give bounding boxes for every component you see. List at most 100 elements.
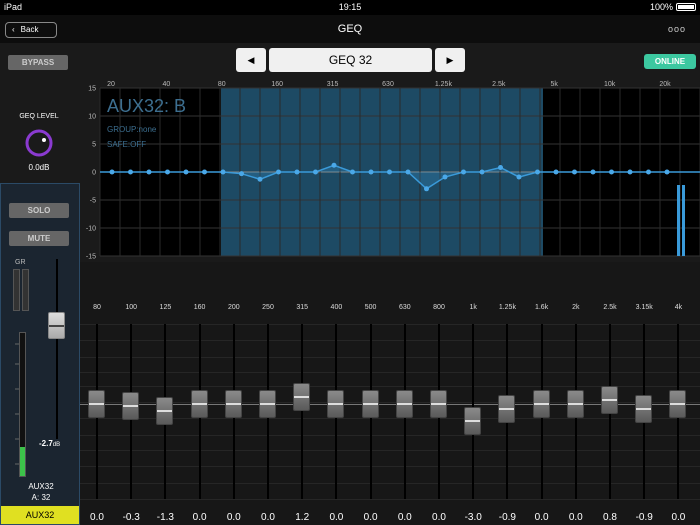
band-freq-label: 400 — [330, 304, 343, 311]
band-freq-label: 200 — [227, 304, 240, 311]
level-meter — [19, 332, 26, 477]
bypass-button[interactable]: BYPASS — [8, 55, 68, 70]
band-fader-handle[interactable] — [498, 394, 516, 423]
eq-point[interactable] — [442, 174, 448, 180]
band-value: 0.0 — [432, 512, 446, 523]
eq-point[interactable] — [535, 169, 540, 175]
band-fader-handle[interactable] — [156, 397, 174, 426]
eq-point[interactable] — [202, 169, 207, 175]
eq-point[interactable] — [498, 165, 503, 171]
band-fader-handle[interactable] — [327, 390, 345, 418]
eq-band: 800 0.0 — [422, 262, 456, 525]
eq-point[interactable] — [664, 169, 670, 175]
band-fader-handle[interactable] — [88, 390, 105, 418]
next-geq-button[interactable]: ▶ — [435, 48, 465, 72]
solo-button[interactable]: SOLO — [9, 203, 69, 218]
band-fader-handle[interactable] — [395, 390, 413, 418]
band-freq-label: 630 — [398, 304, 411, 311]
eq-band: 1.6k 0.0 — [525, 262, 559, 525]
gr-meter-right — [22, 269, 29, 311]
eq-point[interactable] — [146, 169, 152, 175]
eq-point[interactable] — [609, 169, 614, 175]
eq-point[interactable] — [220, 169, 226, 175]
db-tick-label: -10 — [86, 226, 96, 233]
band-faders-panel: 80 0.0 100 -0.3 125 -1.3 160 0.0 200 0.0 250 0.0 315… — [80, 262, 700, 525]
eq-point[interactable] — [239, 171, 244, 177]
band-freq-label: 125 — [159, 304, 172, 311]
db-tick-label: 0 — [92, 170, 96, 177]
db-tick-label: 5 — [92, 142, 96, 149]
online-button[interactable]: ONLINE — [644, 54, 696, 69]
band-value: 0.0 — [329, 512, 344, 523]
eq-point[interactable] — [405, 169, 411, 175]
eq-point[interactable] — [350, 169, 355, 175]
eq-band: 160 0.0 — [183, 262, 217, 525]
eq-point[interactable] — [387, 169, 392, 175]
band-fader-handle[interactable] — [601, 385, 618, 414]
band-value: 0.0 — [363, 512, 378, 523]
channel-label-box[interactable]: AUX32 — [1, 506, 79, 524]
graph-freq-labels: 20 40 80 160 315 630 1.25k 2.5k 5k 10k 20k — [107, 81, 671, 88]
eq-band: 1k -3.0 — [456, 262, 490, 525]
fader-value-number: -2.7 — [39, 439, 53, 448]
band-fader-handle[interactable] — [430, 390, 447, 418]
eq-band: 3.15k -0.9 — [627, 262, 661, 525]
geq-level-knob[interactable] — [24, 128, 54, 158]
band-freq-label: 100 — [125, 304, 138, 311]
band-fader-handle[interactable] — [635, 394, 653, 423]
band-fader-handle[interactable] — [224, 390, 242, 418]
eq-point[interactable] — [553, 169, 559, 175]
band-fader-handle[interactable] — [669, 390, 687, 418]
eq-band: 200 0.0 — [217, 262, 251, 525]
prev-geq-button[interactable]: ◀ — [236, 48, 266, 72]
eq-point[interactable] — [257, 176, 263, 182]
eq-point[interactable] — [294, 169, 300, 175]
eq-point[interactable] — [368, 169, 374, 175]
band-fader-track — [301, 324, 304, 499]
band-fader-handle[interactable] — [566, 390, 584, 418]
geq-selector[interactable]: GEQ 32 — [269, 48, 432, 72]
fader-value-unit: dB — [52, 442, 61, 448]
channel-fader-handle[interactable] — [48, 312, 65, 339]
eq-point[interactable] — [516, 174, 522, 180]
band-fader-handle[interactable] — [361, 390, 379, 418]
eq-band: 80 0.0 — [80, 262, 114, 525]
band-value: -3.0 — [464, 512, 482, 523]
freq-tick-label: 10k — [604, 81, 616, 88]
eq-point[interactable] — [424, 186, 429, 192]
eq-point[interactable] — [276, 169, 281, 175]
band-value: 0.0 — [192, 512, 207, 523]
band-freq-label: 4k — [674, 304, 683, 311]
band-fader-handle[interactable] — [190, 390, 208, 418]
channel-patch: A: 32 — [31, 493, 51, 502]
band-value: -0.3 — [122, 512, 140, 523]
more-icon[interactable]: ooo — [668, 24, 686, 34]
band-fader-handle[interactable] — [293, 383, 311, 412]
page-title: GEQ — [337, 23, 363, 35]
band-freq-label: 1k — [469, 304, 477, 311]
band-fader-handle[interactable] — [532, 390, 550, 418]
eq-point[interactable] — [590, 169, 596, 175]
eq-point[interactable] — [165, 169, 170, 175]
channel-fader-track — [56, 259, 58, 439]
band-fader-handle[interactable] — [122, 391, 140, 420]
mute-button[interactable]: MUTE — [9, 231, 69, 246]
db-tick-label: 15 — [88, 86, 96, 93]
eq-point[interactable] — [572, 169, 577, 175]
eq-point[interactable] — [313, 169, 318, 175]
eq-point[interactable] — [183, 169, 189, 175]
band-value: 0.0 — [534, 512, 549, 523]
band-fader-handle[interactable] — [464, 406, 482, 435]
eq-point[interactable] — [331, 162, 337, 168]
band-value: -1.3 — [156, 512, 174, 523]
eq-point[interactable] — [109, 169, 115, 175]
eq-point[interactable] — [128, 169, 133, 175]
band-fader-handle[interactable] — [259, 390, 276, 418]
battery-icon — [676, 3, 696, 11]
band-freq-label: 1.25k — [498, 304, 516, 311]
output-meter-right — [682, 185, 685, 256]
eq-point[interactable] — [627, 169, 633, 175]
eq-point[interactable] — [646, 169, 651, 175]
eq-point[interactable] — [461, 169, 466, 175]
eq-point[interactable] — [479, 169, 485, 175]
